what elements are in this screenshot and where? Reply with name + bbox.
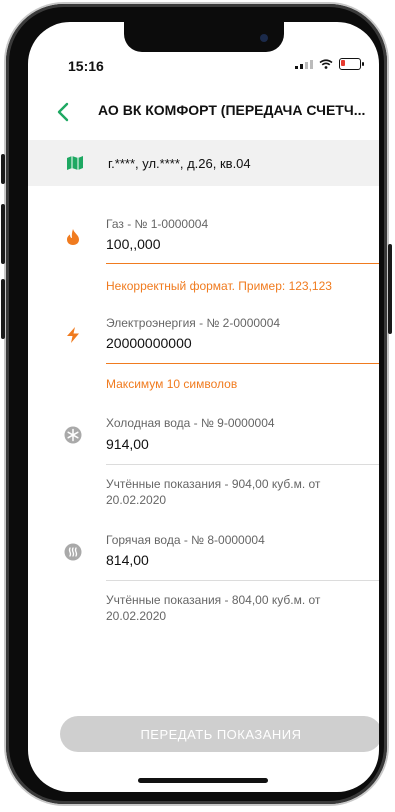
meter-label-cold-water: Холодная вода - № 9-0000004 xyxy=(106,416,275,430)
side-button-silent xyxy=(1,154,5,184)
meter-input-cold-water[interactable]: 914,00 xyxy=(106,436,149,452)
meter-label-gas: Газ - № 1-0000004 xyxy=(106,217,209,231)
map-icon xyxy=(67,156,83,170)
steam-icon xyxy=(64,543,82,561)
home-indicator[interactable] xyxy=(138,778,268,783)
address-bar[interactable]: г.****, ул.****, д.26, кв.04 xyxy=(28,140,379,186)
chevron-left-icon xyxy=(57,102,69,122)
side-button-volume-up xyxy=(1,204,5,264)
header: АО ВК КОМФОРТ (ПЕРЕДАЧА СЧЕТЧ... xyxy=(28,96,379,126)
input-underline xyxy=(106,464,379,465)
signal-icon xyxy=(295,59,313,69)
wifi-icon xyxy=(319,59,333,69)
cold-water-last-reading: Учтённые показания - 904,00 куб.м. от 20… xyxy=(106,477,321,507)
side-button-power xyxy=(388,244,392,334)
input-underline-error xyxy=(106,363,379,364)
input-underline-error xyxy=(106,263,379,264)
submit-readings-button[interactable]: ПЕРЕДАТЬ ПОКАЗАНИЯ xyxy=(60,716,379,752)
lightning-icon xyxy=(67,327,79,343)
status-icons xyxy=(295,58,364,70)
gas-error-message: Некорректный формат. Пример: 123,123 xyxy=(106,279,332,293)
screen: 15:16 АО ВК КОМФОРТ (ПЕРЕДАЧА СЧЕТЧ... г… xyxy=(28,22,379,792)
phone-frame: 15:16 АО ВК КОМФОРТ (ПЕРЕДАЧА СЧЕТЧ... г… xyxy=(1,4,392,804)
status-time: 15:16 xyxy=(68,58,104,74)
camera xyxy=(260,34,268,42)
meter-input-electricity[interactable]: 20000000000 xyxy=(106,335,192,351)
battery-icon xyxy=(339,58,364,70)
meter-label-electricity: Электроэнергия - № 2-0000004 xyxy=(106,316,281,330)
page-title: АО ВК КОМФОРТ (ПЕРЕДАЧА СЧЕТЧ... xyxy=(98,102,366,118)
address-text: г.****, ул.****, д.26, кв.04 xyxy=(108,156,251,171)
flame-icon xyxy=(67,229,79,245)
meter-input-hot-water[interactable]: 814,00 xyxy=(106,552,149,568)
meter-input-gas[interactable]: 100,,000 xyxy=(106,236,161,252)
back-button[interactable] xyxy=(56,96,70,126)
meter-label-hot-water: Горячая вода - № 8-0000004 xyxy=(106,533,265,547)
hot-water-last-reading: Учтённые показания - 804,00 куб.м. от 20… xyxy=(106,593,321,623)
input-underline xyxy=(106,580,379,581)
side-button-volume-down xyxy=(1,279,5,339)
electricity-error-message: Максимум 10 символов xyxy=(106,377,238,391)
snowflake-icon xyxy=(64,426,82,444)
